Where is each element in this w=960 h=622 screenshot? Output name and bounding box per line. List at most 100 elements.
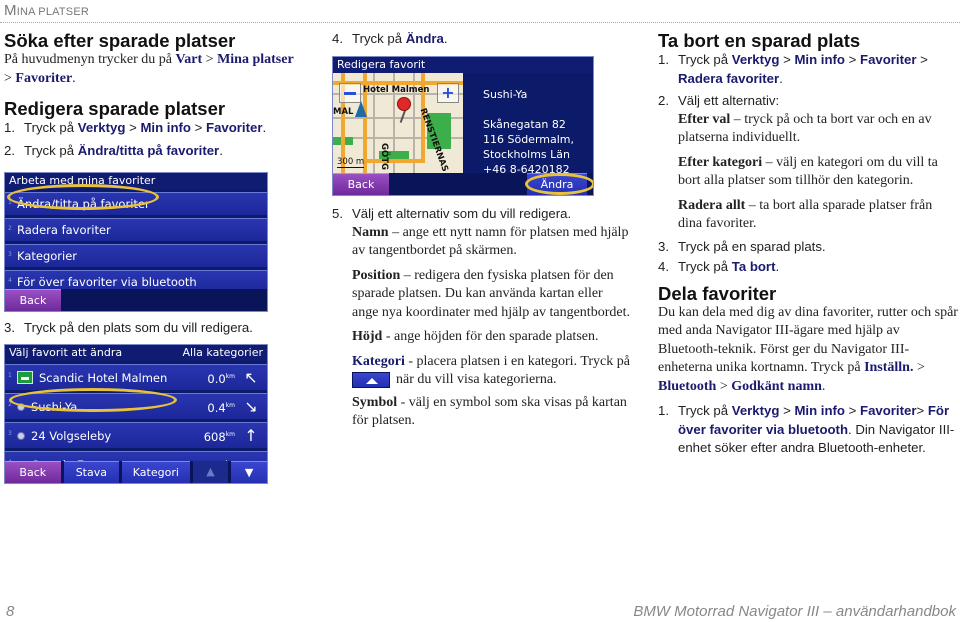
step-number: 1. [658, 403, 669, 418]
section-header: Mina platser [4, 2, 89, 19]
highlight-ellipse [525, 173, 593, 195]
link-ta-bort: Ta bort [731, 259, 776, 274]
option-desc: – ange ett nytt namn för platsen med hjä… [352, 224, 629, 259]
item-index: 3 [8, 430, 12, 437]
menu-item-delete[interactable]: 2 Radera favoriter [5, 218, 267, 241]
pushpin-icon-stem [399, 109, 407, 123]
screen-title-bar: Redigera favorit [333, 57, 593, 73]
link-favoriter: Favoriter [206, 120, 263, 135]
option-label: Symbol [352, 394, 398, 410]
step-text: Tryck på en sparad plats. [678, 238, 826, 254]
step-text: Tryck på Verktyg > Min info > Favoriter … [678, 51, 958, 88]
link-godkant-namn: Godkänt namn [731, 378, 822, 394]
address-line: Skånegatan 82 [483, 118, 566, 131]
text: > [4, 70, 16, 86]
link-favoriter: Favoriter [15, 70, 73, 86]
direction-arrow-icon: ↖ [244, 367, 258, 387]
address-line: 116 Södermalm, [483, 133, 575, 146]
screen-button-bar: Back Stava Kategori ▲ ▼ [5, 461, 267, 483]
text: . [262, 120, 267, 135]
menu-item-categories[interactable]: 3 Kategorier [5, 244, 267, 267]
back-button[interactable]: Back [5, 461, 61, 483]
option-label: Kategori [352, 353, 405, 369]
menu-item-label: Radera favoriter [17, 222, 111, 237]
waypoint-icon [17, 431, 25, 440]
text: Tryck på [678, 259, 732, 274]
step-number: 2. [658, 93, 669, 108]
category-button[interactable]: Kategori [122, 461, 190, 483]
option-altitude: Höjd - ange höjden för den sparade plats… [332, 328, 632, 347]
menu-item-label: Kategorier [17, 248, 78, 263]
link-andra: Ändra [405, 31, 444, 46]
screen-select-favorite: Välj favorit att ändra Alla kategorier 1 … [4, 344, 268, 484]
category-filter[interactable]: Alla kategorier [183, 345, 263, 361]
link-bluetooth: Bluetooth [658, 378, 717, 394]
distance-value: 608km [203, 429, 235, 444]
direction-arrow-icon: ↘ [244, 396, 258, 416]
back-button[interactable]: Back [5, 289, 61, 311]
text: > [844, 52, 861, 67]
link-verktyg: Verktyg [731, 52, 780, 67]
section-header-rest: ina platser [16, 6, 90, 18]
option-label: Efter val [678, 111, 731, 127]
link-installn: Inställn. [864, 360, 914, 375]
text: > [779, 403, 795, 418]
text: > [916, 403, 928, 418]
favorite-row[interactable]: 3 24 Volgseleby 608km ↑ [5, 422, 267, 448]
text: På huvudmenyn trycker du på [4, 52, 176, 67]
map-label: MAL [333, 107, 354, 117]
scroll-up-button[interactable]: ▲ [192, 461, 229, 483]
edit-step-3: 3. Tryck på den plats som du vill redige… [4, 319, 304, 338]
option-label: Position [352, 267, 401, 283]
zoom-out-icon[interactable] [339, 83, 361, 103]
highlight-ellipse [9, 388, 177, 412]
link-andra-titta: Ändra/titta på favoriter [77, 142, 220, 158]
step-number: 4. [332, 31, 343, 46]
back-button[interactable]: Back [333, 173, 389, 195]
text: Tryck på [678, 52, 732, 67]
step-text: Tryck på Verktyg > Min info > Favoriter. [24, 119, 266, 138]
link-min-info: Min info [140, 120, 191, 135]
step-text: Tryck på Verktyg > Min info > Favoriter>… [678, 402, 958, 458]
link-min-info: Min info [794, 52, 845, 67]
item-index: 3 [8, 251, 12, 258]
heading-edit-saved: Redigera sparade platser [4, 98, 226, 119]
highlight-ellipse [7, 184, 159, 210]
share-intro: Du kan dela med dig av dina favoriter, r… [658, 304, 958, 397]
edit-step-2: 2. Tryck på Ändra/titta på favoriter. [4, 142, 304, 161]
favorite-row[interactable]: 1 Scandic Hotel Malmen 0.0km ↖ [5, 364, 267, 390]
option-label: Efter kategori [678, 154, 763, 170]
zoom-in-icon[interactable]: + [437, 83, 459, 103]
header-divider [0, 22, 960, 23]
favorite-name: Scandic Hotel Malmen [39, 370, 168, 385]
column-left: Söka efter sparade platser På huvudmenyn… [4, 30, 304, 160]
vehicle-position-icon [355, 101, 367, 117]
distance-value: 0.0km [207, 371, 235, 386]
section-header-initial: M [4, 2, 17, 19]
item-index: 2 [8, 225, 12, 232]
option-desc: - placera platsen i en kategori. Tryck p… [404, 353, 630, 369]
text: . [779, 70, 783, 86]
screen-button-bar: Back [5, 289, 267, 311]
link-favoriter: Favoriter [860, 403, 917, 418]
option-name: Namn – ange ett nytt namn för platsen me… [332, 224, 632, 261]
map-view[interactable]: + Hotel Malmen MAL RENSTIERNAS GÖTG 300 … [333, 73, 463, 175]
delete-step-3: 3. Tryck på en sparad plats. [658, 238, 958, 257]
text: > [916, 52, 928, 67]
link-verktyg: Verktyg [731, 403, 780, 418]
option-symbol: Symbol - välj en symbol som ska visas på… [332, 394, 632, 431]
step-number: 3. [658, 238, 669, 254]
text: > [190, 120, 207, 135]
delete-option-by-selection: Efter val – tryck på och ta bort var och… [658, 111, 958, 148]
scroll-down-button[interactable]: ▼ [231, 461, 267, 483]
step-text: Tryck på Ändra/titta på favoriter. [24, 142, 223, 161]
distance-unit: km [225, 401, 235, 409]
text: Tryck på [24, 120, 78, 135]
step-text: Tryck på Ta bort. [678, 258, 779, 277]
spell-button[interactable]: Stava [63, 461, 120, 483]
pushpin-icon [397, 97, 411, 111]
map-label-hotel: Hotel Malmen [363, 85, 430, 95]
step-text: Tryck på Ändra. [352, 30, 448, 49]
screen-edit-favorite: Redigera favorit + Hotel Malmen MAL RENS… [332, 56, 594, 196]
distance: 0.0km ↖ [207, 364, 259, 392]
